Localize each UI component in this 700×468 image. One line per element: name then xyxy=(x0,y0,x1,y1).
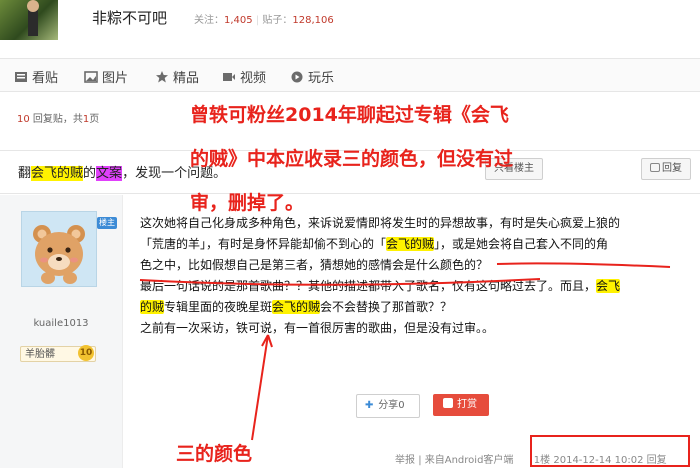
annotation-box xyxy=(530,435,690,467)
annotation-underline xyxy=(139,278,541,286)
annotation-bottom: 三的颜色 xyxy=(176,443,253,465)
annotation-underline xyxy=(496,262,671,268)
annotation-arrow xyxy=(251,334,269,441)
annotation-line-2: 的贼》中本应收录三的颜色，但没有过 xyxy=(190,148,514,170)
annotation-line-1: 曾轶可粉丝2014年聊起过专辑《会飞 xyxy=(190,104,509,126)
annotation-marks xyxy=(139,262,690,467)
annotation-line-3: 审，删掉了。 xyxy=(190,192,305,214)
